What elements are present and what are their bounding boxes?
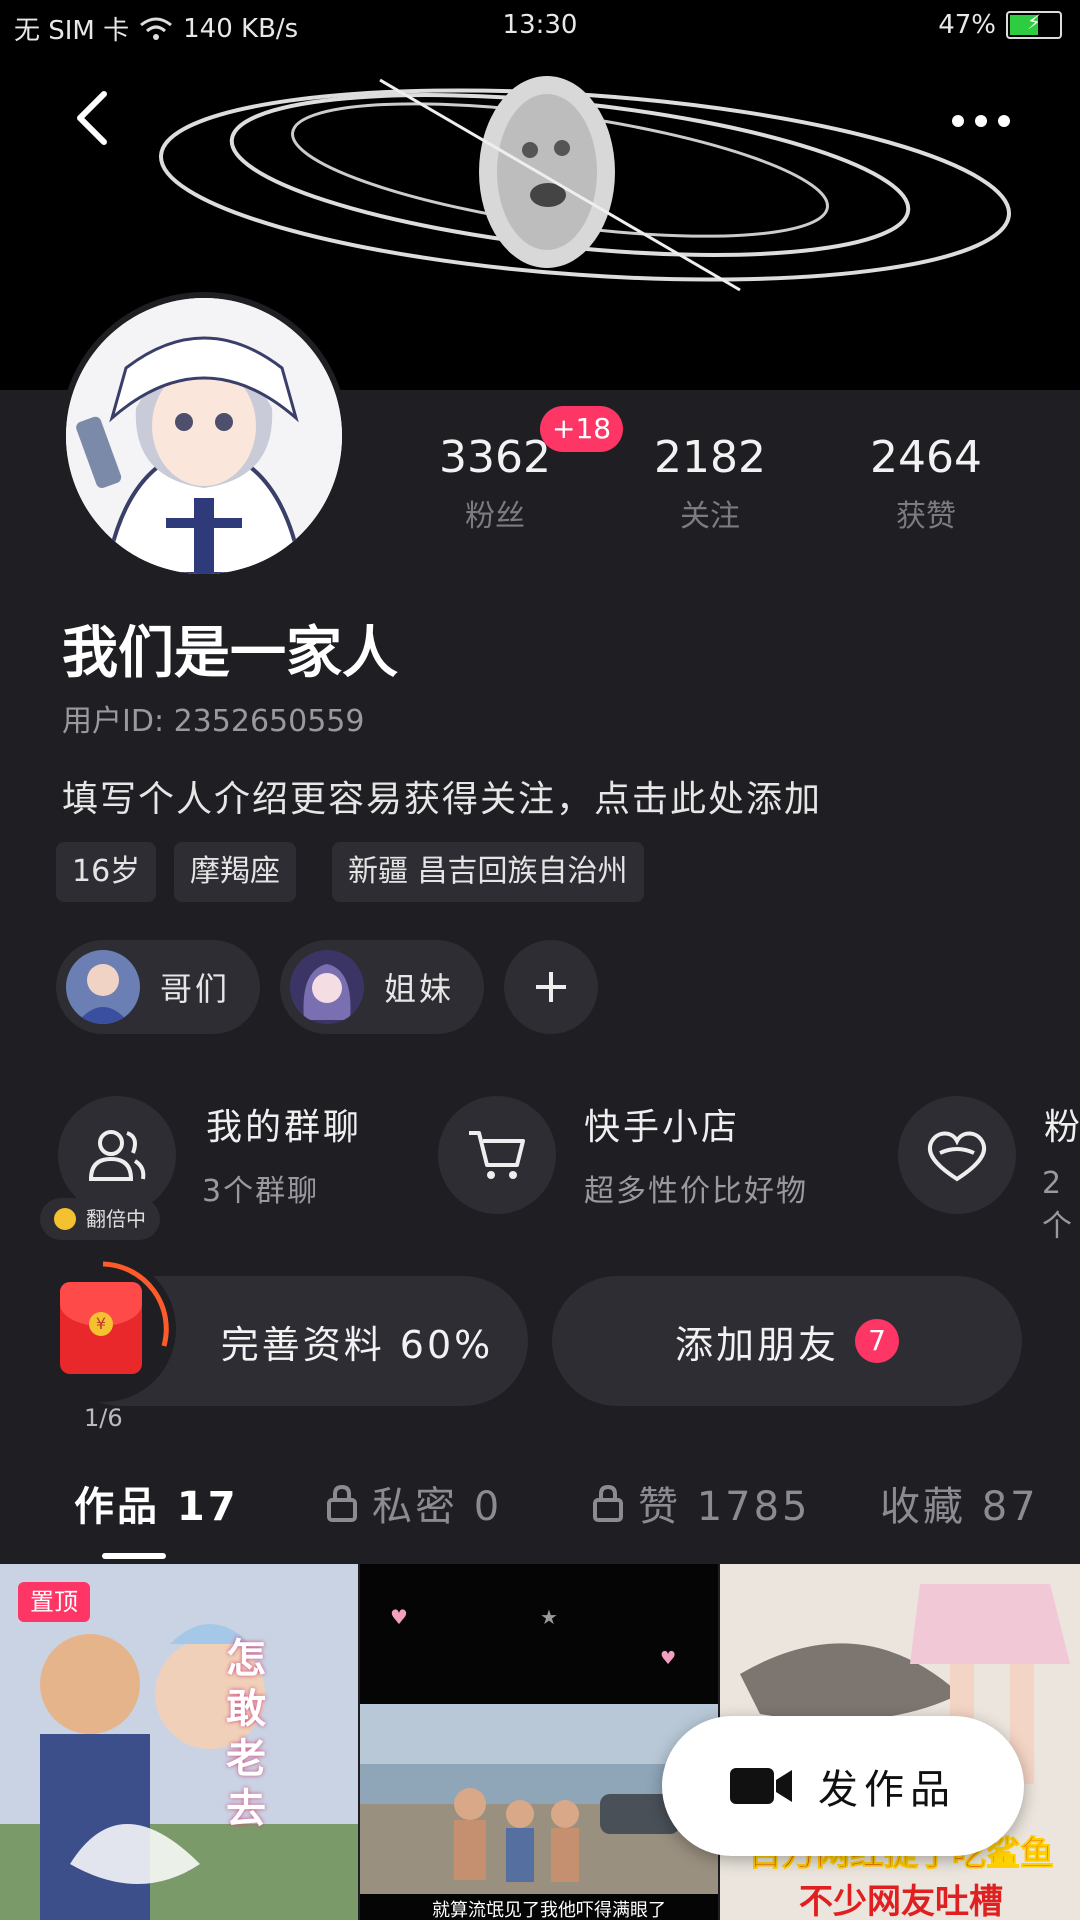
svg-text:♥: ♥ [660,1648,676,1669]
group-chat-subtitle: 3个群聊 [202,1174,320,1209]
battery-percent: 47% [938,10,996,40]
fans-group-subtitle: 2个 [1042,1166,1074,1244]
red-packet-icon[interactable]: ¥ [60,1282,142,1374]
circle-label: 哥们 [160,970,231,1008]
avatar[interactable] [60,292,348,580]
likes-label: 获赞 [896,499,956,534]
group-icon [88,1130,146,1181]
add-friend-button[interactable]: 添加朋友 7 [552,1276,1022,1406]
likes-count: 2464 [870,432,982,483]
video-thumb-2[interactable]: ♥ ★ ♥ 就算流氓见了我他吓得满眼了 [360,1564,718,1920]
battery-icon: ⚡ [1006,10,1062,39]
shop-title[interactable]: 快手小店 [584,1098,740,1150]
plus-icon [536,972,566,1002]
thumb-2-caption: 就算流氓见了我他吓得满眼了 [432,1900,666,1920]
tab-favorites[interactable]: 收藏 87 [880,1474,1039,1532]
heart-icon [927,1131,987,1182]
shop-subtitle: 超多性价比好物 [584,1174,808,1209]
following-count: 2182 [654,432,766,483]
red-packet-progress: 1/6 [84,1404,123,1432]
add-friend-label: 添加朋友 [674,1322,839,1367]
camera-icon [730,1768,792,1804]
following-label: 关注 [680,499,740,534]
fans-group-title[interactable]: 粉 [1044,1098,1080,1150]
more-options-icon[interactable] [946,96,1016,146]
clock: 13:30 [502,10,578,40]
thumb-2-image: ♥ ★ ♥ [360,1564,718,1920]
tab-liked[interactable]: 赞 1785 [592,1474,811,1532]
lock-icon [593,1484,623,1522]
circle-avatar [66,950,140,1024]
shop-entry[interactable] [438,1096,556,1214]
tab-works-label: 作品 17 [74,1484,239,1530]
cart-icon [469,1131,525,1179]
circle-avatar [290,950,364,1024]
tab-works[interactable]: 作品 17 [74,1474,239,1532]
circle-sisters[interactable]: 姐妹 [280,940,485,1034]
thumb-3-caption-2: 不少网友吐槽 [799,1882,1003,1920]
thumb-1-text: 怎敢老去 [226,1635,266,1832]
stat-following[interactable]: 2182 关注 [620,432,800,535]
active-tab-indicator [102,1553,166,1559]
publish-label: 发作品 [818,1767,956,1813]
circle-brothers[interactable]: 哥们 [56,940,261,1034]
add-friend-badge: 7 [855,1319,899,1363]
publish-button[interactable]: 发作品 [662,1716,1024,1856]
user-name: 我们是一家人 [62,621,398,686]
tag-age[interactable]: 16岁 [56,842,157,902]
user-id[interactable]: 用户ID: 2352650559 [62,696,364,740]
svg-text:★: ★ [540,1605,558,1629]
status-bar: 无 SIM 卡 140 KB/s 13:30 47% ⚡ [0,0,1080,52]
lock-icon [327,1484,357,1522]
tab-liked-label: 赞 1785 [638,1484,811,1530]
fans-group-entry[interactable] [898,1096,1016,1214]
pinned-badge: 置顶 [18,1582,90,1622]
tag-location[interactable]: 新疆 昌吉回族自治州 [332,842,644,902]
fans-label: 粉丝 [465,499,525,534]
tab-favorites-label: 收藏 87 [880,1484,1039,1530]
double-badge: 翻倍中 [40,1198,160,1240]
circle-label: 姐妹 [384,970,455,1008]
group-chat-entry[interactable] [58,1096,176,1214]
tag-zodiac[interactable]: 摩羯座 [174,842,296,902]
back-arrow-icon[interactable] [68,88,128,148]
avatar-illustration [66,298,342,574]
svg-text:♥: ♥ [390,1605,408,1629]
coin-icon [54,1208,76,1230]
complete-profile-label: 完善资料 60% [220,1322,494,1367]
bio-prompt[interactable]: 填写个人介绍更容易获得关注，点击此处添加 [62,770,822,822]
tab-private[interactable]: 私密 0 [326,1474,502,1532]
tab-private-label: 私密 0 [372,1484,503,1530]
add-circle-button[interactable] [504,940,598,1034]
new-fans-badge: +18 [540,406,624,452]
stat-likes[interactable]: 2464 获赞 [836,432,1016,535]
group-chat-title[interactable]: 我的群聊 [206,1098,362,1150]
double-label: 翻倍中 [86,1207,146,1231]
